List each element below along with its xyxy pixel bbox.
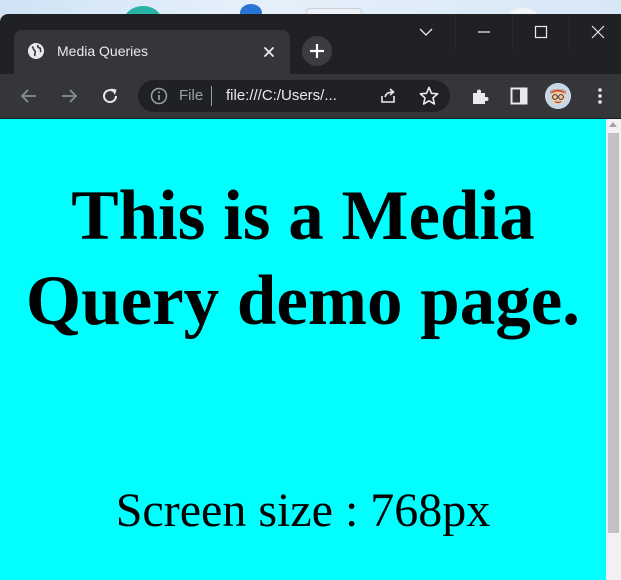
scroll-up-arrow[interactable] [609, 122, 617, 127]
page-content: This is a Media Query demo page. Screen … [0, 119, 606, 580]
tab-media-queries[interactable]: Media Queries [14, 30, 290, 74]
url-text[interactable]: file:///C:/Users/... [226, 87, 337, 104]
forward-button[interactable] [55, 82, 83, 110]
close-icon [591, 25, 605, 39]
browser-toolbar: File file:///C:/Users/... [0, 74, 621, 119]
new-tab-button[interactable] [302, 36, 332, 66]
maximize-icon [534, 25, 548, 39]
scrollbar-thumb[interactable] [608, 133, 619, 533]
reload-icon [103, 88, 118, 104]
side-panel-button[interactable] [505, 82, 533, 110]
side-panel-icon [510, 87, 528, 105]
close-window-button[interactable] [569, 14, 621, 50]
info-icon[interactable] [150, 87, 168, 105]
globe-icon [27, 42, 45, 60]
arrow-left-icon [20, 89, 36, 103]
minimize-button[interactable] [455, 14, 512, 50]
close-icon[interactable] [260, 43, 278, 61]
star-icon[interactable] [418, 85, 440, 107]
browser-window: Media Queries File file:///C:/Users/... … [0, 14, 621, 580]
share-icon[interactable] [378, 86, 398, 106]
avatar[interactable] [545, 83, 571, 109]
plus-icon [310, 44, 324, 58]
tab-title: Media Queries [57, 43, 149, 59]
page-viewport: This is a Media Query demo page. Screen … [0, 119, 621, 580]
scheme-label: File [179, 87, 204, 104]
puzzle-icon [473, 89, 489, 104]
maximize-button[interactable] [512, 14, 569, 50]
address-bar[interactable]: File file:///C:/Users/... [138, 80, 450, 112]
kebab-menu-icon [598, 88, 602, 104]
minimize-icon [478, 31, 490, 33]
page-heading: This is a Media Query demo page. [25, 177, 581, 340]
arrow-right-icon [62, 89, 78, 103]
extensions-button[interactable] [466, 82, 494, 110]
screen-size-text: Screen size : 768px [115, 484, 491, 537]
chevron-down-icon [419, 28, 433, 36]
reload-button[interactable] [96, 82, 124, 110]
back-button[interactable] [15, 82, 43, 110]
tab-search-button[interactable] [398, 14, 454, 50]
vertical-scrollbar[interactable] [606, 119, 621, 580]
title-bar: Media Queries [0, 14, 621, 74]
omnibox-divider [211, 86, 212, 106]
menu-button[interactable] [586, 82, 614, 110]
